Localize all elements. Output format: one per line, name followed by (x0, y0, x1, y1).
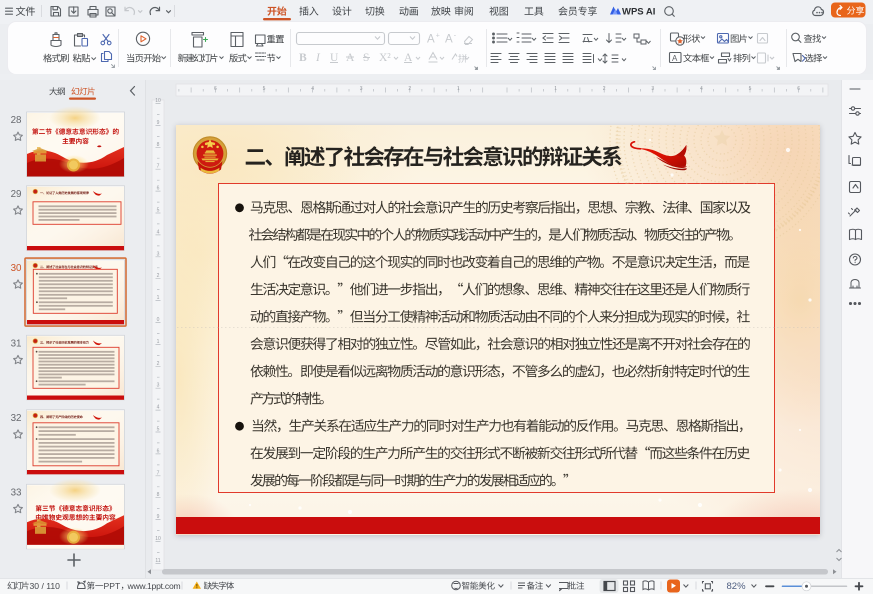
svg-text:11: 11 (155, 558, 160, 564)
svg-text:2: 2 (603, 86, 606, 92)
svg-text:5: 5 (263, 86, 266, 92)
svg-text:3: 3 (360, 86, 363, 92)
svg-text:3: 3 (157, 383, 160, 389)
svg-text:5: 5 (157, 208, 160, 214)
svg-text:6: 6 (157, 448, 160, 454)
svg-text:1: 1 (157, 295, 160, 301)
svg-text:4: 4 (700, 86, 703, 92)
svg-text:7: 7 (157, 470, 160, 476)
svg-text:32: 32 (11, 413, 22, 424)
svg-text:A: A (445, 34, 453, 46)
svg-text:I: I (315, 52, 321, 64)
svg-text:0: 0 (157, 317, 160, 323)
svg-text:PPT: PPT (104, 581, 121, 591)
svg-text:9: 9 (157, 514, 160, 520)
svg-text:30 / 110: 30 / 110 (30, 581, 61, 591)
svg-text:30: 30 (11, 263, 22, 274)
svg-text:6: 6 (157, 186, 160, 192)
svg-text:1: 1 (157, 339, 160, 345)
svg-text:2: 2 (157, 273, 160, 279)
svg-text:28: 28 (11, 115, 22, 126)
svg-text:6: 6 (797, 86, 800, 92)
svg-text:3: 3 (651, 86, 654, 92)
svg-text:WPS AI: WPS AI (622, 7, 655, 18)
svg-text:5: 5 (749, 86, 752, 92)
svg-text:10: 10 (155, 98, 161, 104)
svg-text:www.1ppt.com: www.1ppt.com (127, 581, 181, 591)
svg-text:B: B (299, 52, 307, 64)
svg-text:X²: X² (379, 52, 391, 64)
svg-text:A: A (672, 54, 678, 63)
svg-text:9: 9 (157, 120, 160, 126)
svg-text:6: 6 (214, 86, 217, 92)
svg-text:5: 5 (157, 427, 160, 433)
svg-text:7: 7 (157, 164, 160, 170)
svg-text:4: 4 (157, 229, 160, 235)
svg-text:8: 8 (157, 142, 160, 148)
svg-text:10: 10 (155, 536, 161, 542)
svg-text:4: 4 (157, 405, 160, 411)
svg-text:33: 33 (11, 487, 22, 498)
svg-text:1: 1 (554, 86, 557, 92)
svg-text:3: 3 (157, 251, 160, 257)
svg-text:+: + (436, 33, 440, 40)
svg-text:-: - (454, 33, 457, 40)
svg-text:8: 8 (157, 492, 160, 498)
svg-text:2: 2 (157, 361, 160, 367)
svg-text:82%: 82% (727, 581, 747, 592)
svg-text:A: A (427, 34, 435, 46)
svg-text:31: 31 (11, 338, 22, 349)
svg-text:4: 4 (311, 86, 314, 92)
svg-text:2: 2 (408, 86, 411, 92)
svg-text:A: A (346, 52, 355, 64)
svg-text:1: 1 (457, 86, 460, 92)
svg-text:29: 29 (11, 189, 22, 200)
